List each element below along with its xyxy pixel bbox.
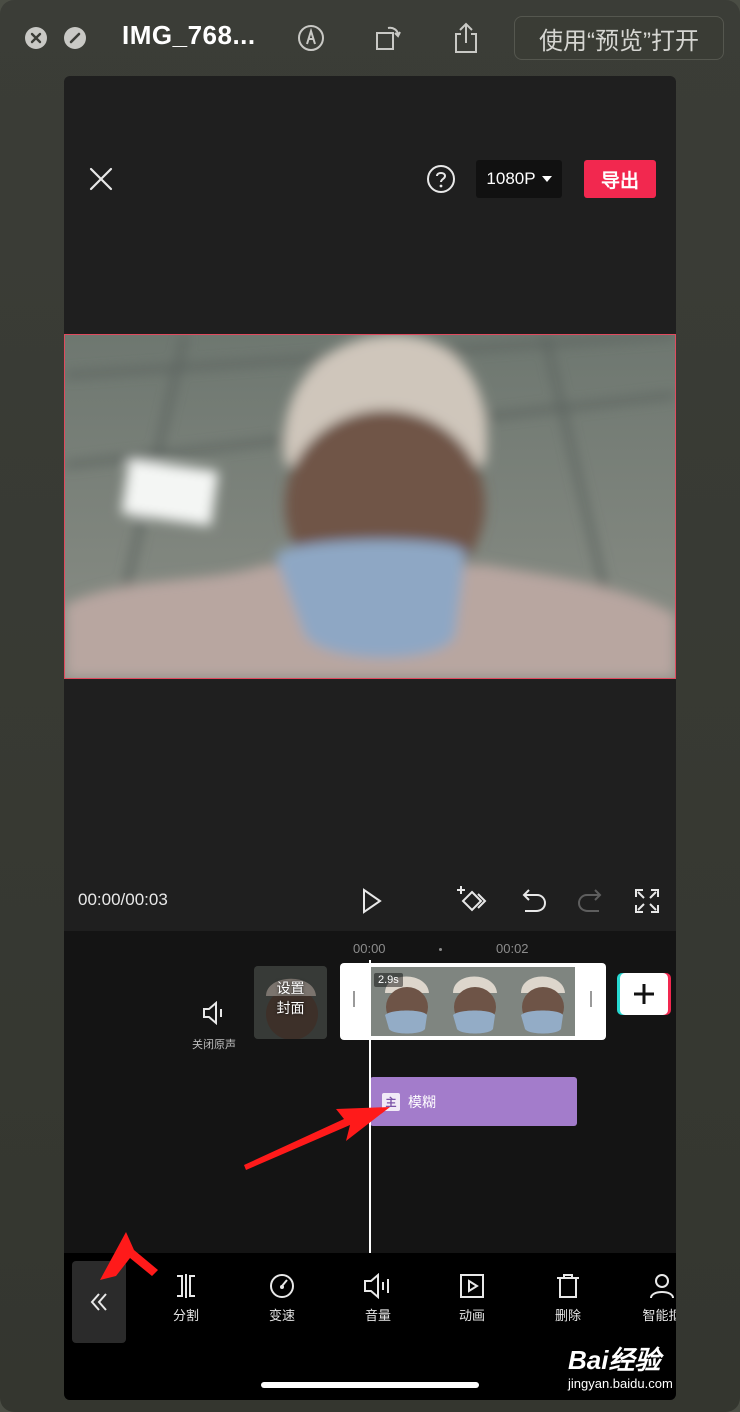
animation-icon: [460, 1274, 484, 1298]
split-icon: [177, 1274, 195, 1298]
speed-icon: [270, 1274, 294, 1298]
video-clip[interactable]: 2.9s: [340, 963, 606, 1040]
close-editor-icon[interactable]: [88, 166, 114, 192]
markup-button[interactable]: [295, 20, 327, 56]
main-track-tag: 主: [382, 1092, 400, 1111]
rotate-button[interactable]: [372, 20, 404, 56]
tool-label: 分割: [172, 1308, 199, 1323]
collapse-toolbar-button[interactable]: [72, 1261, 126, 1343]
fullscreen-button[interactable]: [64, 27, 86, 49]
cover-label: 设置 封面: [254, 978, 327, 1018]
plus-icon: [634, 984, 654, 1004]
timecode: 00:00/00:03: [78, 890, 168, 909]
playhead[interactable]: [369, 960, 371, 1253]
split-tool[interactable]: 分割: [146, 1273, 226, 1324]
share-button[interactable]: [450, 20, 482, 56]
playback-controls: 00:00/00:03: [64, 876, 676, 926]
effect-label: 模糊: [408, 1093, 436, 1110]
set-cover-button[interactable]: 设置 封面: [254, 966, 327, 1039]
speed-tool[interactable]: 变速: [242, 1273, 322, 1324]
clip-frame: [507, 967, 575, 1036]
mute-label: 关闭原声: [192, 1039, 236, 1051]
caret-down-icon: [541, 176, 552, 182]
animation-tool[interactable]: 动画: [432, 1273, 512, 1324]
tool-label: 动画: [458, 1308, 485, 1323]
volume-icon: [364, 1273, 389, 1299]
export-button[interactable]: 导出: [584, 160, 656, 198]
smart-cutout-tool[interactable]: 智能抠: [622, 1273, 676, 1324]
slash-icon: [69, 32, 81, 44]
play-icon[interactable]: [354, 884, 388, 918]
double-chevron-left-icon: [90, 1293, 107, 1311]
open-with-preview-button[interactable]: 使用“预览”打开: [514, 16, 724, 60]
file-title: IMG_768...: [122, 20, 256, 50]
watermark-brand: Bai经验: [568, 1345, 661, 1375]
timeline-area[interactable]: 00:00 00:02 关闭原声 设置 封面 2.9s 主 模糊: [64, 931, 676, 1253]
rotate-icon: [376, 26, 401, 50]
delete-icon: [557, 1274, 579, 1298]
cover-label-line-2: 封面: [276, 1000, 305, 1016]
cover-label-line-1: 设置: [276, 980, 305, 996]
clip-right-handle[interactable]: [590, 991, 592, 1007]
home-indicator: [261, 1382, 479, 1388]
tool-label: 智能抠: [642, 1308, 676, 1323]
clip-frame: [439, 967, 507, 1036]
quicklook-window: IMG_768... 使用“预览”打开 1080P 导出 00:00/00:03…: [0, 0, 740, 1412]
clip-duration: 2.9s: [374, 973, 403, 987]
tool-label: 删除: [554, 1308, 581, 1323]
close-icon: [30, 32, 42, 44]
resolution-value: 1080P: [486, 169, 536, 188]
ruler-tick: 00:00: [353, 941, 386, 956]
share-icon: [455, 22, 477, 53]
ruler-tick: 00:02: [496, 941, 529, 956]
editor-top-bar: 1080P 导出: [64, 156, 676, 206]
speaker-icon: [203, 1000, 222, 1026]
markup-icon: [298, 25, 324, 51]
smart-cutout-icon: [650, 1274, 674, 1299]
video-frame-image: [65, 335, 675, 678]
phone-screen: 1080P 导出 00:00/00:03 00:00 00:02 关闭原声 设置…: [64, 76, 676, 1400]
tool-label: 音量: [364, 1308, 391, 1323]
help-icon[interactable]: [426, 164, 456, 194]
redo-icon[interactable]: [574, 884, 608, 918]
clip-left-handle[interactable]: [353, 991, 355, 1007]
close-window-button[interactable]: [25, 27, 47, 49]
add-clip-button[interactable]: [620, 973, 668, 1015]
tool-label: 变速: [268, 1308, 295, 1323]
video-preview[interactable]: [64, 334, 676, 679]
mute-original-audio-button[interactable]: 关闭原声: [174, 1000, 254, 1052]
keyframe-add-icon[interactable]: [454, 884, 488, 918]
undo-icon[interactable]: [516, 884, 550, 918]
volume-tool[interactable]: 音量: [338, 1273, 418, 1324]
blur-effect-track[interactable]: 主 模糊: [370, 1077, 577, 1126]
ruler-dot: [439, 948, 442, 951]
delete-tool[interactable]: 删除: [528, 1273, 608, 1324]
baidu-watermark: Bai经验 jingyan.baidu.com: [560, 1340, 720, 1400]
quicklook-toolbar: IMG_768... 使用“预览”打开: [0, 0, 740, 76]
fullscreen-icon[interactable]: [630, 884, 664, 918]
watermark-url: jingyan.baidu.com: [568, 1376, 673, 1391]
resolution-selector[interactable]: 1080P: [476, 160, 562, 198]
